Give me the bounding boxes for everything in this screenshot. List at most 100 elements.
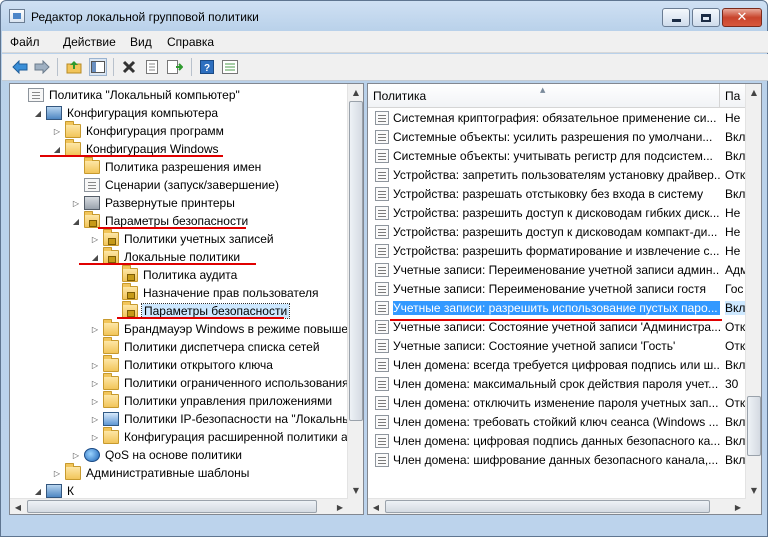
scroll-thumb[interactable] [349, 101, 363, 421]
expand-arrow-icon[interactable]: ▷ [89, 397, 101, 406]
policy-list-pane[interactable]: ▲ Политика Па Системная криптография: об… [367, 83, 762, 515]
tree-node[interactable]: ▷ Развернутые принтеры [70, 194, 236, 212]
tree-node[interactable]: Назначение прав пользователя [108, 283, 320, 302]
security-folder-icon [122, 265, 138, 282]
menu-view[interactable]: Вид [130, 35, 152, 49]
menu-file[interactable]: Файл [10, 35, 40, 49]
delete-button[interactable] [120, 58, 138, 76]
maximize-button[interactable] [692, 8, 720, 27]
tree-node[interactable]: ▷ Политики IP-безопасности на "Локальный [89, 410, 359, 428]
scroll-right-icon[interactable]: ▶ [332, 499, 348, 514]
tree-horizontal-scrollbar[interactable]: ◀ ▶ [10, 498, 348, 514]
tree-node-label: Назначение прав пользователя [143, 286, 319, 300]
tree-node[interactable]: ▷ Конфигурация расширенной политики ауд [89, 427, 361, 446]
policy-row[interactable]: Системные объекты: усилить разрешения по… [368, 127, 746, 146]
policy-row[interactable]: Системная криптография: обязательное при… [368, 108, 746, 127]
back-button[interactable] [11, 58, 29, 76]
policy-row[interactable]: Устройства: разрешить доступ к дисковода… [368, 222, 746, 241]
tree-node[interactable]: ▷ Политики открытого ключа [89, 355, 274, 374]
policy-setting-icon [375, 224, 389, 239]
policy-row[interactable]: Устройства: разрешить доступ к дисковода… [368, 203, 746, 222]
tree-node[interactable]: ▷ Административные шаблоны [51, 463, 250, 482]
scroll-up-icon[interactable]: ▲ [348, 84, 363, 100]
minimize-button[interactable] [662, 8, 690, 27]
scroll-thumb[interactable] [747, 396, 761, 456]
policy-row[interactable]: Устройства: запретить пользователям уста… [368, 165, 746, 184]
collapse-arrow-icon[interactable]: ◢ [89, 253, 101, 262]
menu-help[interactable]: Справка [167, 35, 214, 49]
policy-row[interactable]: Член домена: шифрование данных безопасно… [368, 450, 746, 469]
sort-indicator-icon: ▲ [540, 86, 546, 94]
tree-node[interactable]: Политики диспетчера списка сетей [89, 337, 321, 356]
tree-node[interactable]: ▷ Политики управления приложениями [89, 391, 333, 410]
expand-arrow-icon[interactable]: ▷ [89, 235, 101, 244]
close-button[interactable]: ✕ [722, 8, 762, 27]
annotation-underline [117, 317, 284, 319]
tree-node[interactable]: Политика "Локальный компьютер" [14, 86, 241, 104]
tree-node[interactable]: ◢ Конфигурация компьютера [32, 104, 219, 122]
tree-node[interactable]: ▷ QoS на основе политики [70, 446, 243, 464]
column-header-setting[interactable]: Па [720, 84, 746, 108]
expand-arrow-icon[interactable]: ▷ [89, 325, 101, 334]
policy-row[interactable]: Учетные записи: Состояние учетной записи… [368, 336, 746, 355]
policy-setting-value: Не [725, 243, 741, 258]
expand-arrow-icon[interactable]: ▷ [89, 361, 101, 370]
tree-node[interactable]: Политика аудита [108, 265, 238, 284]
policy-setting-value: 30 [725, 376, 739, 391]
collapse-arrow-icon[interactable]: ◢ [32, 109, 44, 118]
expand-arrow-icon[interactable]: ▷ [70, 199, 82, 208]
expand-arrow-icon[interactable]: ▷ [89, 415, 101, 424]
policy-row[interactable]: Системные объекты: учитывать регистр для… [368, 146, 746, 165]
collapse-arrow-icon[interactable]: ◢ [32, 487, 44, 496]
policy-name: Учетные записи: разрешить использование … [393, 300, 720, 315]
show-tree-button[interactable] [89, 58, 107, 76]
policy-row[interactable]: Член домена: требовать стойкий ключ сеан… [368, 412, 746, 431]
expand-arrow-icon[interactable]: ▷ [51, 127, 63, 136]
policy-row[interactable]: Учетные записи: Переименование учетной з… [368, 260, 746, 279]
scroll-left-icon[interactable]: ◀ [368, 499, 384, 514]
toolbar-separator [57, 58, 58, 76]
export-list-button[interactable] [166, 58, 184, 76]
collapse-arrow-icon[interactable]: ◢ [51, 145, 63, 154]
policy-row[interactable]: Устройства: разрешать отстыковку без вхо… [368, 184, 746, 203]
tree-node[interactable]: ▷ Конфигурация программ [51, 121, 225, 140]
expand-arrow-icon[interactable]: ▷ [89, 379, 101, 388]
policy-name: Член домена: отключить изменение пароля … [393, 395, 719, 410]
tree-node[interactable]: ▷ Брандмауэр Windows в режиме повышенн [89, 319, 362, 338]
scroll-left-icon[interactable]: ◀ [10, 499, 26, 514]
expand-arrow-icon[interactable]: ▷ [51, 469, 63, 478]
expand-arrow-icon[interactable]: ▷ [70, 451, 82, 460]
title-bar[interactable]: Редактор локальной групповой политики ✕ [1, 1, 767, 31]
scroll-down-icon[interactable]: ▼ [746, 482, 761, 498]
help-button[interactable]: ? [198, 58, 216, 76]
policy-row[interactable]: Учетные записи: разрешить использование … [368, 298, 746, 317]
policy-row[interactable]: Член домена: максимальный срок действия … [368, 374, 746, 393]
scroll-down-icon[interactable]: ▼ [348, 482, 363, 498]
list-horizontal-scrollbar[interactable]: ◀ ▶ [368, 498, 746, 514]
policy-row[interactable]: Учетные записи: Переименование учетной з… [368, 279, 746, 298]
scroll-thumb[interactable] [385, 500, 710, 513]
policy-row[interactable]: Устройства: разрешить форматирование и и… [368, 241, 746, 260]
scroll-up-icon[interactable]: ▲ [746, 84, 761, 100]
tree-node[interactable]: Сценарии (запуск/завершение) [70, 176, 280, 194]
expand-arrow-icon[interactable]: ▷ [89, 433, 101, 442]
filter-button[interactable] [221, 58, 239, 76]
tree-node[interactable]: ▷ Политики учетных записей [89, 229, 275, 248]
scroll-thumb[interactable] [27, 500, 317, 513]
policy-row[interactable]: Член домена: отключить изменение пароля … [368, 393, 746, 412]
tree-node-label: Политики диспетчера списка сетей [124, 340, 320, 354]
forward-button[interactable] [33, 58, 51, 76]
tree-pane[interactable]: Политика "Локальный компьютер" ◢ Конфигура… [9, 83, 364, 515]
policy-row[interactable]: Член домена: всегда требуется цифровая п… [368, 355, 746, 374]
collapse-arrow-icon[interactable]: ◢ [70, 217, 82, 226]
list-vertical-scrollbar[interactable]: ▲ ▼ [745, 84, 761, 514]
scroll-right-icon[interactable]: ▶ [730, 499, 746, 514]
tree-node[interactable]: Политика разрешения имен [70, 157, 262, 176]
tree-vertical-scrollbar[interactable]: ▲ ▼ [347, 84, 363, 514]
menu-action[interactable]: Действие [63, 35, 116, 49]
tree-node[interactable]: ▷ Политики ограниченного использования п [89, 373, 359, 392]
properties-button[interactable] [143, 58, 161, 76]
column-header-policy[interactable]: ▲ Политика [368, 84, 720, 108]
policy-row[interactable]: Член домена: цифровая подпись данных без… [368, 431, 746, 450]
up-level-button[interactable] [65, 58, 83, 76]
